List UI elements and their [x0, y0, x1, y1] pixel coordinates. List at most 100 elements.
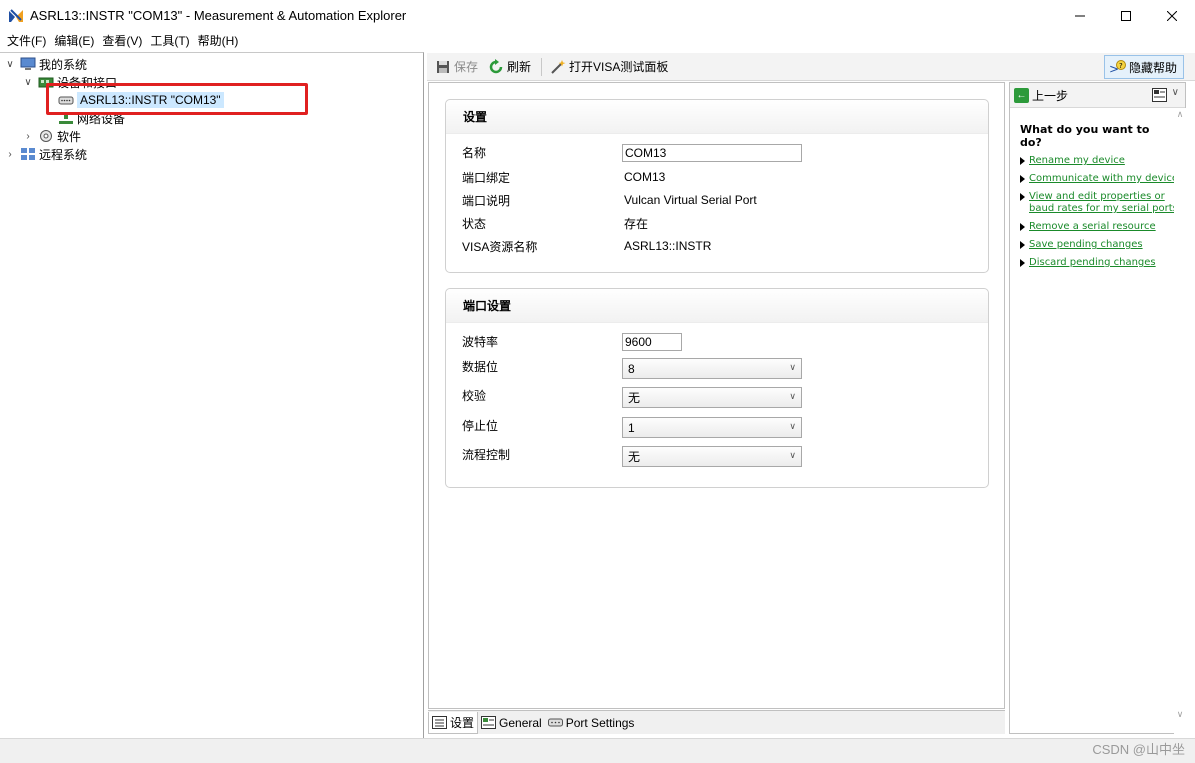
help-scrollbar[interactable]: ∧ ∨	[1174, 108, 1186, 734]
scroll-up-icon[interactable]: ∧	[1174, 108, 1186, 120]
select-value: 无	[628, 450, 641, 464]
help-link-item: Discard pending changes	[1020, 257, 1179, 269]
port-description-value: Vulcan Virtual Serial Port	[624, 193, 757, 207]
menu-bar: 文件(F) 编辑(E) 查看(V) 工具(T) 帮助(H)	[0, 31, 1195, 51]
open-visa-label: 打开VISA测试面板	[569, 60, 669, 74]
tab-label: General	[499, 715, 542, 730]
help-icon: >?	[1109, 59, 1127, 75]
section-title: 设置	[446, 100, 988, 134]
parity-label: 校验	[462, 388, 487, 403]
hide-help-button[interactable]: >? 隐藏帮助	[1103, 55, 1184, 79]
menu-help[interactable]: 帮助(H)	[194, 31, 243, 51]
svg-text:?: ?	[1119, 62, 1123, 70]
general-tab-icon	[481, 716, 497, 729]
tree-item-my-system[interactable]: ∨ 我的系统	[4, 55, 87, 73]
status-bar	[0, 738, 1195, 763]
chevron-down-icon[interactable]: ∨	[1172, 87, 1179, 98]
help-layout-icon[interactable]	[1152, 88, 1167, 105]
tree-label: 软件	[57, 129, 82, 144]
name-input[interactable]: COM13	[622, 144, 802, 162]
close-button[interactable]	[1149, 0, 1195, 31]
tab-general[interactable]: General	[478, 712, 545, 734]
chevron-down-icon: ∨	[789, 362, 796, 372]
maximize-button[interactable]	[1103, 0, 1149, 31]
tree-label: 我的系统	[39, 57, 88, 72]
visa-resource-label: VISA资源名称	[462, 239, 538, 254]
chevron-right-icon[interactable]: ›	[22, 130, 34, 142]
help-title: What do you want to do?	[1020, 123, 1150, 149]
visa-resource-value: ASRL13::INSTR	[624, 239, 712, 253]
remote-systems-icon	[20, 147, 36, 161]
section-title: 端口设置	[446, 289, 988, 323]
remove-serial-resource-link[interactable]: Remove a serial resource	[1029, 221, 1156, 233]
parity-select[interactable]: 无 ∨	[622, 387, 802, 408]
close-icon	[1167, 10, 1177, 21]
refresh-icon	[488, 58, 504, 75]
flow-control-label: 流程控制	[462, 447, 511, 462]
triangle-right-icon	[1020, 259, 1025, 267]
serial-port-icon	[547, 716, 563, 729]
view-edit-properties-link[interactable]: View and edit properties or baud rates f…	[1029, 191, 1179, 215]
tab-settings[interactable]: 设置	[428, 711, 479, 734]
menu-file[interactable]: 文件(F)	[3, 31, 50, 51]
minimize-icon	[1075, 15, 1085, 16]
select-value: 1	[628, 420, 635, 435]
discard-pending-changes-link[interactable]: Discard pending changes	[1029, 257, 1156, 269]
watermark: CSDN @山中坐	[1092, 741, 1185, 757]
port-settings-section: 端口设置 波特率 9600 数据位 8 ∨ 校验 无 ∨ 停止位 1 ∨ 流程控…	[445, 288, 989, 488]
baud-rate-input[interactable]: 9600	[622, 333, 682, 351]
triangle-right-icon	[1020, 223, 1025, 231]
help-link-item: Remove a serial resource	[1020, 221, 1179, 233]
data-bits-select[interactable]: 8 ∨	[622, 358, 802, 379]
chevron-down-icon[interactable]: ∨	[4, 58, 16, 70]
help-link-item: Communicate with my device	[1020, 173, 1179, 185]
status-label: 状态	[462, 216, 487, 231]
tabs-bar: 设置 General Port Settings	[428, 710, 1005, 734]
hide-help-label: 隐藏帮助	[1128, 60, 1177, 75]
port-binding-value: COM13	[624, 170, 666, 184]
configuration-tree: ∨ 我的系统 ∨ 设备和接口 ASRL13::INSTR "COM13" 网络设…	[0, 52, 424, 738]
select-value: 8	[628, 361, 635, 376]
help-link-item: Save pending changes	[1020, 239, 1179, 251]
scroll-down-icon[interactable]: ∨	[1174, 708, 1186, 720]
back-arrow-icon[interactable]: ←	[1014, 87, 1029, 103]
save-pending-changes-link[interactable]: Save pending changes	[1029, 239, 1143, 251]
communicate-link[interactable]: Communicate with my device	[1029, 173, 1178, 185]
open-visa-panel-button[interactable]: 打开VISA测试面板	[548, 56, 670, 78]
help-link-item: View and edit properties or baud rates f…	[1020, 191, 1179, 215]
rename-device-link[interactable]: Rename my device	[1029, 155, 1125, 167]
flow-control-select[interactable]: 无 ∨	[622, 446, 802, 467]
wand-icon	[550, 59, 566, 75]
select-value: 无	[628, 391, 641, 405]
toolbar-separator	[541, 57, 543, 76]
chevron-right-icon[interactable]: ›	[4, 148, 16, 160]
tree-item-software[interactable]: › 软件	[22, 127, 81, 145]
save-label: 保存	[454, 60, 479, 74]
minimize-button[interactable]	[1057, 0, 1103, 31]
tab-port-settings[interactable]: Port Settings	[545, 712, 638, 734]
chevron-down-icon[interactable]: ∨	[22, 76, 34, 88]
help-link-item: Rename my device	[1020, 155, 1179, 167]
tree-item-remote-systems[interactable]: › 远程系统	[4, 145, 87, 163]
help-pane: ← 上一步 ∨ What do you want to do? Rename m…	[1009, 82, 1186, 734]
stop-bits-select[interactable]: 1 ∨	[622, 417, 802, 438]
stop-bits-label: 停止位	[462, 418, 499, 433]
triangle-right-icon	[1020, 157, 1025, 165]
refresh-button[interactable]: 刷新	[486, 56, 533, 78]
window-title: ASRL13::INSTR "COM13" - Measurement & Au…	[30, 8, 407, 23]
tab-label: 设置	[450, 715, 475, 730]
menu-edit[interactable]: 编辑(E)	[50, 31, 98, 51]
data-bits-label: 数据位	[462, 359, 499, 374]
status-value: 存在	[624, 216, 649, 231]
save-button[interactable]: 保存	[433, 56, 480, 78]
max-app-icon	[8, 8, 24, 24]
back-button[interactable]: 上一步	[1032, 87, 1068, 104]
triangle-right-icon	[1020, 193, 1025, 201]
settings-tab-icon	[432, 715, 447, 729]
port-description-label: 端口说明	[462, 193, 511, 208]
tree-label: 远程系统	[39, 147, 88, 162]
menu-tools[interactable]: 工具(T)	[146, 31, 193, 51]
baud-rate-label: 波特率	[462, 334, 499, 349]
software-icon	[38, 129, 54, 143]
menu-view[interactable]: 查看(V)	[98, 31, 146, 51]
